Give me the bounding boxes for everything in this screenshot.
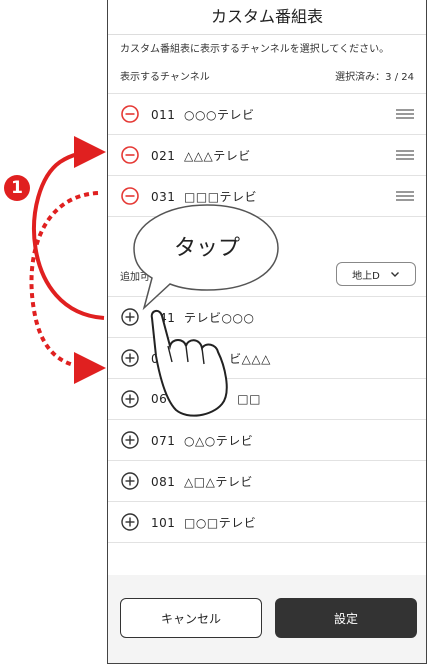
channel-label: 031 □□□テレビ xyxy=(151,189,258,204)
selected-count: 選択済み：3 / 24 xyxy=(335,72,414,83)
broadcast-type-select[interactable]: 地上D xyxy=(336,262,416,286)
available-channel-list: 041 テレビ○○○ 0 ビ△△△ 06 □□ 071 ○△○テレビ 081 △□△… xyxy=(108,296,426,543)
page-title: カスタム番組表 xyxy=(108,0,426,35)
channel-label: 021 △△△テレビ xyxy=(151,148,251,163)
available-channels-label: 追加可 xyxy=(120,272,150,283)
remove-icon[interactable] xyxy=(121,146,139,164)
list-item: 041 テレビ○○○ xyxy=(108,297,426,338)
callout-text: タップ xyxy=(173,236,240,261)
screen: カスタム番組表 カスタム番組表に表示するチャンネルを選択してください。 表示する… xyxy=(107,0,427,664)
add-icon[interactable] xyxy=(121,349,139,367)
list-item: 071 ○△○テレビ xyxy=(108,420,426,461)
add-icon[interactable] xyxy=(121,431,139,449)
channel-label: 06 □□ xyxy=(151,392,261,406)
shown-channel-list: 011 ○○○テレビ 021 △△△テレビ 031 □□□テレビ xyxy=(108,93,426,217)
list-item: 021 △△△テレビ xyxy=(108,135,426,176)
add-icon[interactable] xyxy=(121,513,139,531)
channel-label: 081 △□△テレビ xyxy=(151,474,253,489)
add-icon[interactable] xyxy=(121,390,139,408)
add-icon[interactable] xyxy=(121,472,139,490)
list-item: 081 △□△テレビ xyxy=(108,461,426,502)
add-icon[interactable] xyxy=(121,308,139,326)
drag-handle-icon[interactable] xyxy=(396,191,414,201)
cancel-button[interactable]: キャンセル xyxy=(120,598,262,638)
step-badge: 1 xyxy=(4,175,30,201)
confirm-button[interactable]: 設定 xyxy=(275,598,417,638)
list-item: 011 ○○○テレビ xyxy=(108,94,426,135)
section-label: 表示するチャンネル xyxy=(120,72,210,83)
channel-label: 041 テレビ○○○ xyxy=(151,310,255,325)
drag-handle-icon[interactable] xyxy=(396,109,414,119)
move-arrow-dotted xyxy=(29,191,106,384)
instruction-text: カスタム番組表に表示するチャンネルを選択してください。 xyxy=(120,44,390,55)
channel-label: 071 ○△○テレビ xyxy=(151,433,254,448)
list-item: 031 □□□テレビ xyxy=(108,176,426,217)
shown-channels-header: 表示するチャンネル 選択済み：3 / 24 xyxy=(120,68,414,84)
chevron-down-icon xyxy=(390,272,399,277)
list-item: 101 □○□テレビ xyxy=(108,502,426,543)
remove-icon[interactable] xyxy=(121,105,139,123)
channel-label: 101 □○□テレビ xyxy=(151,515,257,530)
list-item: 06 □□ xyxy=(108,379,426,420)
move-arrow-solid xyxy=(32,136,106,320)
channel-label: 011 ○○○テレビ xyxy=(151,107,255,122)
list-item: 0 ビ△△△ xyxy=(108,338,426,379)
drag-handle-icon[interactable] xyxy=(396,150,414,160)
channel-label: 0 ビ△△△ xyxy=(151,351,271,366)
select-value: 地上D xyxy=(352,270,380,282)
remove-icon[interactable] xyxy=(121,187,139,205)
